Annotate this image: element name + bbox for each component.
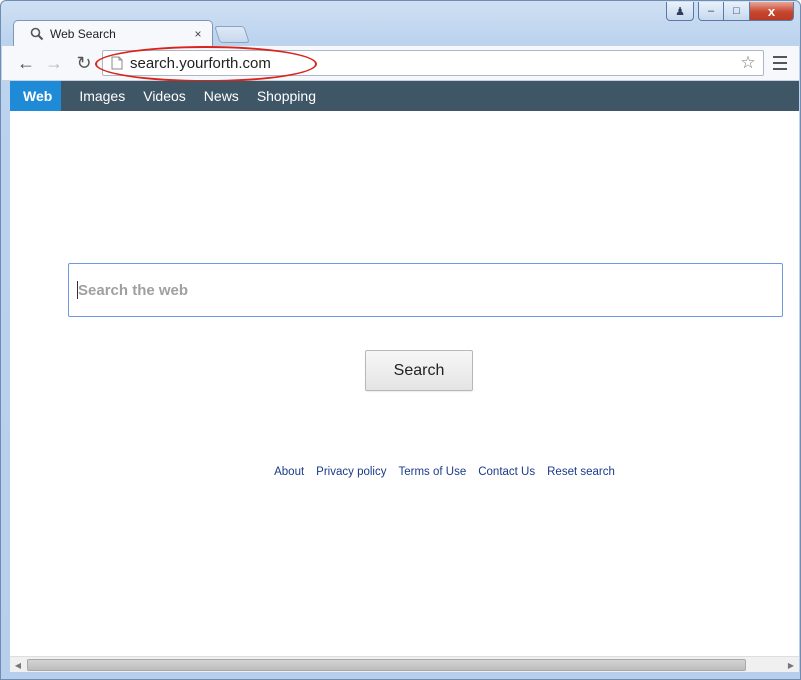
forward-button[interactable]: → — [42, 52, 66, 74]
search-input[interactable] — [78, 270, 782, 310]
scroll-right-arrow-icon[interactable]: ▶ — [783, 657, 799, 673]
footer-link-privacy-policy[interactable]: Privacy policy — [316, 466, 386, 478]
scroll-left-arrow-icon[interactable]: ◀ — [10, 657, 26, 673]
tab-title: Web Search — [50, 27, 116, 41]
window-controls: ♟ – □ x — [666, 2, 794, 21]
user-profile-button[interactable]: ♟ — [666, 2, 694, 21]
tab-web-search[interactable]: Web Search × — [13, 20, 213, 47]
footer-link-reset-search[interactable]: Reset search — [547, 466, 615, 478]
browser-window: ♟ – □ x Web Search × ← → ↻ search.yourfo… — [0, 0, 801, 680]
browser-toolbar: ← → ↻ search.yourforth.com ☆ — [2, 46, 799, 81]
search-button[interactable]: Search — [365, 350, 473, 391]
bookmark-star-icon[interactable]: ☆ — [737, 53, 759, 73]
back-button[interactable]: ← — [14, 52, 38, 74]
scrollbar-thumb[interactable] — [27, 659, 746, 671]
url-text: search.yourforth.com — [130, 54, 271, 72]
close-window-button[interactable]: x — [750, 2, 794, 21]
close-tab-icon[interactable]: × — [190, 27, 206, 41]
reload-button[interactable]: ↻ — [72, 52, 96, 74]
nav-item-videos[interactable]: Videos — [134, 81, 195, 111]
footer-links: About Privacy policy Terms of Use Contac… — [10, 466, 799, 478]
page-content: Search About Privacy policy Terms of Use… — [10, 111, 799, 656]
page-icon — [111, 56, 123, 70]
new-tab-button[interactable] — [214, 26, 250, 43]
footer-link-contact-us[interactable]: Contact Us — [478, 466, 535, 478]
footer-link-terms-of-use[interactable]: Terms of Use — [398, 466, 466, 478]
menu-icon[interactable] — [773, 56, 787, 70]
search-category-nav: Web Images Videos News Shopping — [10, 81, 799, 111]
maximize-button[interactable]: □ — [724, 2, 750, 21]
search-box[interactable] — [68, 263, 783, 317]
horizontal-scrollbar[interactable]: ◀ ▶ — [10, 656, 799, 672]
minimize-button[interactable]: – — [698, 2, 724, 21]
nav-item-news[interactable]: News — [195, 81, 248, 111]
address-bar[interactable]: search.yourforth.com ☆ — [102, 50, 764, 76]
nav-item-shopping[interactable]: Shopping — [248, 81, 325, 111]
nav-item-web[interactable]: Web — [10, 81, 62, 111]
search-icon — [30, 27, 44, 41]
footer-link-about[interactable]: About — [274, 466, 304, 478]
nav-item-images[interactable]: Images — [70, 81, 134, 111]
